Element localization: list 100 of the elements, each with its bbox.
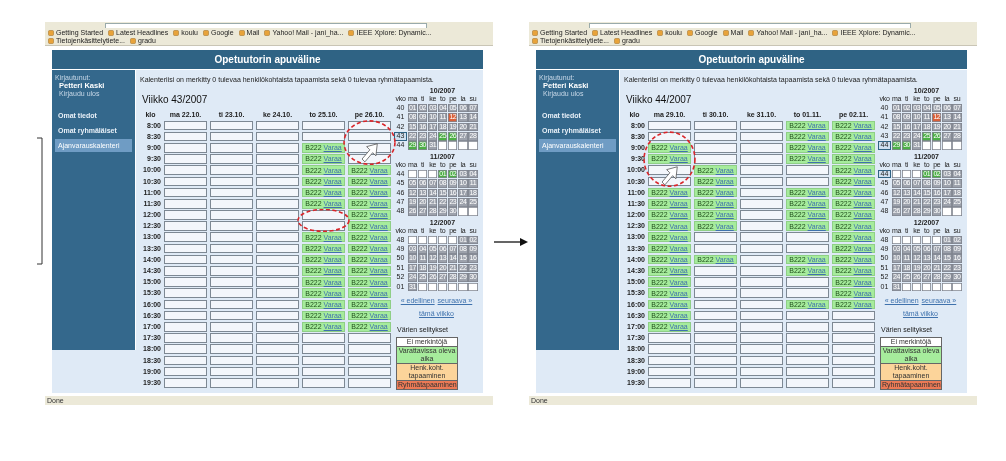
time-slot (256, 266, 299, 276)
time-slot (256, 333, 299, 343)
time-slot (302, 210, 345, 220)
pointer-arrow-icon (361, 143, 378, 164)
time-slot (740, 355, 783, 366)
time-slot (786, 310, 829, 321)
calendar-day (417, 235, 428, 245)
time-slot (740, 299, 783, 310)
time-slot (164, 288, 207, 298)
app-title: Opetuutorin apuväline (214, 54, 321, 65)
bookmark-icon (657, 29, 664, 36)
time-slot (164, 142, 207, 153)
time-slot (210, 131, 253, 142)
time-slot (256, 187, 299, 198)
bookmark-icon (203, 29, 209, 36)
time-slot (256, 366, 299, 377)
time-slot (164, 198, 207, 209)
time-slot (210, 355, 253, 366)
time-slot (348, 333, 391, 343)
time-slot (164, 277, 207, 287)
time-slot (740, 142, 783, 153)
bookmark-icon (722, 29, 729, 36)
time-slot (256, 232, 299, 243)
time-slot (740, 366, 783, 377)
time-slot (786, 377, 829, 388)
time-slot (694, 277, 737, 287)
time-slot (740, 165, 783, 175)
address-field[interactable] (105, 23, 427, 28)
app-title: Opetuutorin apuväline (698, 54, 805, 65)
time-slot (210, 266, 253, 276)
time-slot (740, 377, 783, 388)
bookmark-icon (832, 29, 839, 36)
time-slot (256, 355, 299, 366)
time-slot (740, 321, 783, 332)
time-slot (210, 366, 253, 377)
pointer-arrow-icon (661, 165, 678, 186)
time-slot (256, 221, 299, 231)
time-slot (740, 344, 783, 354)
time-slot (648, 131, 691, 142)
time-slot (164, 243, 207, 254)
time-slot (694, 321, 737, 332)
time-slot (210, 333, 253, 343)
time-slot (210, 277, 253, 287)
time-slot (256, 254, 299, 265)
time-slot (210, 310, 253, 321)
time-slot (210, 154, 253, 164)
time-slot (740, 232, 783, 243)
time-slot (164, 310, 207, 321)
time-slot (256, 310, 299, 321)
calendar-day (407, 169, 418, 179)
time-slot (694, 377, 737, 388)
time-slot (740, 266, 783, 276)
time-slot (786, 355, 829, 366)
time-slot (694, 131, 737, 142)
time-slot (740, 243, 783, 254)
time-slot (302, 120, 345, 131)
time-slot (786, 321, 829, 332)
time-slot (648, 377, 691, 388)
time-slot (256, 154, 299, 164)
calendar-day (901, 235, 912, 245)
time-slot (164, 299, 207, 310)
time-slot (348, 355, 391, 366)
time-slot (832, 377, 875, 388)
time-slot (694, 299, 737, 310)
time-slot (740, 254, 783, 265)
time-slot (694, 232, 737, 243)
time-slot (348, 377, 391, 388)
time-slot (164, 355, 207, 366)
time-slot (256, 299, 299, 310)
bookmark-icon (173, 29, 180, 36)
time-slot (302, 333, 345, 343)
time-slot (210, 299, 253, 310)
time-slot (210, 176, 253, 187)
time-slot (740, 198, 783, 209)
time-slot (164, 254, 207, 265)
time-slot (210, 142, 253, 153)
time-slot (786, 333, 829, 343)
time-slot (256, 210, 299, 220)
time-slot (348, 131, 391, 142)
time-slot (302, 355, 345, 366)
week-title: Viikko 44/2007 (626, 94, 693, 105)
time-slot (694, 142, 737, 153)
time-slot (210, 254, 253, 265)
address-field[interactable] (589, 23, 911, 28)
time-slot (256, 120, 299, 131)
time-slot (786, 366, 829, 377)
time-slot (740, 154, 783, 164)
time-slot (164, 165, 207, 175)
bookmark-icon (592, 29, 599, 36)
time-slot (256, 344, 299, 354)
bookmark-icon (348, 29, 355, 36)
time-slot (694, 310, 737, 321)
time-slot (164, 131, 207, 142)
calendar-day (912, 169, 922, 179)
time-slot (740, 131, 783, 142)
time-slot (210, 243, 253, 254)
time-slot (740, 187, 783, 198)
time-slot (256, 131, 299, 142)
time-slot (164, 333, 207, 343)
time-slot (694, 266, 737, 276)
